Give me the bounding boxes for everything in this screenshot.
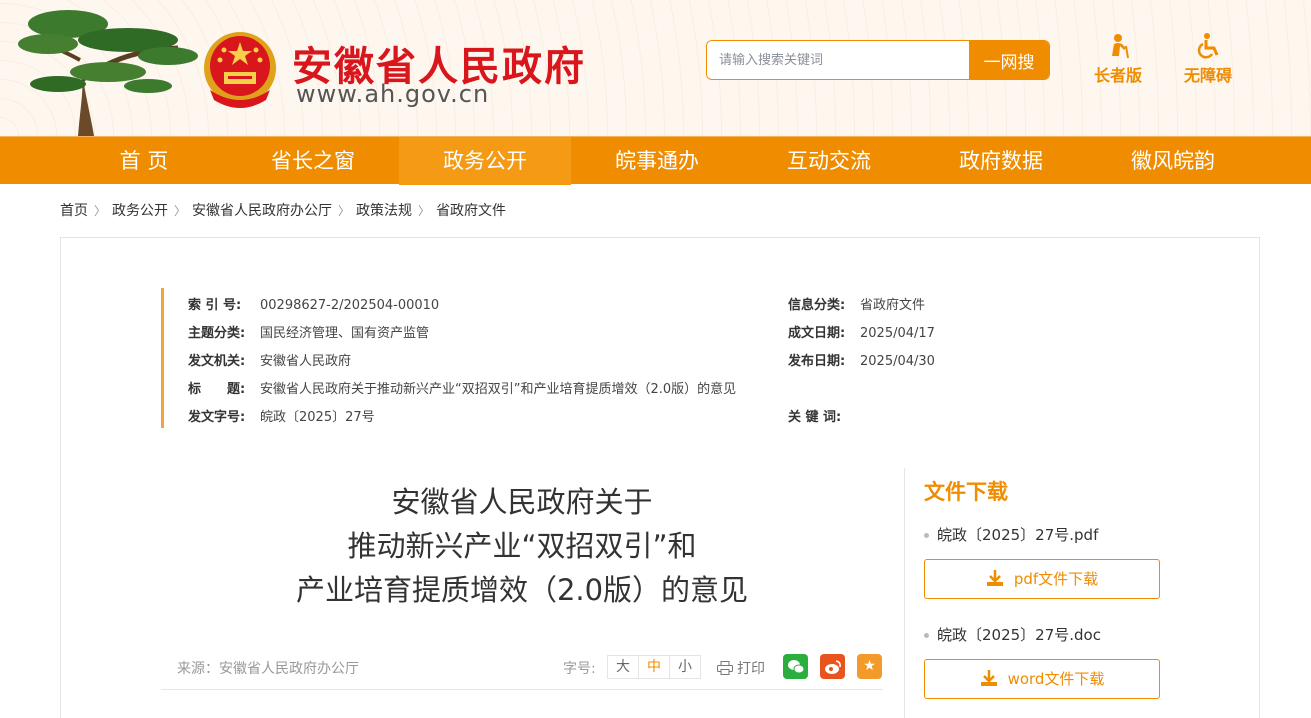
- breadcrumb-home[interactable]: 首页: [60, 200, 88, 220]
- file-download-panel: 文件下载 皖政〔2025〕27号.pdf pdf文件下载 皖政〔2025〕27号…: [924, 476, 1164, 699]
- breadcrumb-policy[interactable]: 政策法规: [356, 200, 412, 220]
- nav-item-gov-affairs[interactable]: 政务公开: [399, 137, 571, 185]
- meta-published-date: 发布日期: 2025/04/30: [788, 354, 935, 369]
- sidebar-divider: [904, 468, 905, 718]
- wheelchair-icon: [1197, 33, 1219, 59]
- content-panel: 索 引 号: 00298627-2/202504-00010 信息分类: 省政府文件…: [60, 237, 1260, 718]
- font-size-large[interactable]: 大: [608, 656, 639, 678]
- nav-item-governor[interactable]: 省长之窗: [227, 137, 399, 185]
- print-label: 打印: [737, 661, 765, 677]
- download-pdf-button[interactable]: pdf文件下载: [924, 559, 1160, 599]
- chevron-right-icon: 〉: [94, 204, 107, 218]
- font-size-small[interactable]: 小: [670, 656, 700, 678]
- elderly-mode-button[interactable]: 长者版: [1083, 32, 1153, 92]
- print-button[interactable]: 打印: [717, 658, 765, 678]
- nav-item-culture[interactable]: 徽风皖韵: [1087, 137, 1259, 185]
- meta-keywords: 关 键 词:: [788, 410, 842, 425]
- breadcrumb-gov-affairs[interactable]: 政务公开: [112, 200, 168, 220]
- nav-item-home[interactable]: 首 页: [58, 137, 230, 185]
- nav-item-interaction[interactable]: 互动交流: [743, 137, 915, 185]
- meta-created-date: 成文日期: 2025/04/17: [788, 326, 935, 341]
- meta-issuer: 发文机关: 安徽省人民政府: [188, 354, 352, 369]
- nav-item-services[interactable]: 皖事通办: [571, 137, 743, 185]
- article-source: 来源：安徽省人民政府办公厅: [177, 661, 359, 677]
- search-input[interactable]: [707, 41, 971, 79]
- printer-icon: [717, 661, 733, 675]
- main-nav: 首 页 省长之窗 政务公开 皖事通办 互动交流 政府数据 徽风皖韵: [0, 136, 1311, 185]
- share-wechat-icon[interactable]: [783, 654, 808, 679]
- share-weibo-icon[interactable]: [820, 654, 845, 679]
- file-name-pdf: 皖政〔2025〕27号.pdf: [924, 524, 1098, 545]
- download-word-button[interactable]: word文件下载: [924, 659, 1160, 699]
- font-size-label: 字号:: [563, 661, 596, 677]
- meta-doc-number: 发文字号: 皖政〔2025〕27号: [188, 410, 375, 425]
- meta-index: 索 引 号: 00298627-2/202504-00010: [188, 298, 440, 313]
- font-size-medium[interactable]: 中: [639, 656, 670, 678]
- meta-topic: 主题分类: 国民经济管理、国有资产监管: [188, 326, 430, 341]
- document-metadata: 索 引 号: 00298627-2/202504-00010 信息分类: 省政府文件…: [161, 288, 1061, 428]
- elderly-mode-label: 长者版: [1093, 66, 1142, 85]
- national-emblem-icon: [204, 32, 276, 108]
- meta-title: 标 题: 安徽省人民政府关于推动新兴产业“双招双引”和产业培育提质增效（2.0版）…: [188, 382, 737, 397]
- elderly-icon: [1112, 34, 1129, 59]
- download-icon: [980, 670, 997, 686]
- nav-item-gov-data[interactable]: 政府数据: [915, 137, 1087, 185]
- breadcrumb: 首页〉政务公开〉安徽省人民政府办公厅〉政策法规〉省政府文件: [60, 200, 506, 222]
- search-button[interactable]: 一网搜: [969, 41, 1049, 79]
- download-title: 文件下载: [924, 480, 1008, 504]
- accessibility-label: 无障碍: [1183, 66, 1232, 85]
- site-header: 安徽省人民政府 www.ah.gov.cn 一网搜 长者版 无障碍: [0, 0, 1311, 136]
- article-toolbar: 来源：安徽省人民政府办公厅 字号: 大 中 小 打印 ★: [161, 646, 883, 690]
- chevron-right-icon: 〉: [338, 204, 351, 218]
- font-size-switcher: 大 中 小: [607, 655, 701, 679]
- breadcrumb-office[interactable]: 安徽省人民政府办公厅: [192, 200, 332, 220]
- favorite-star-icon[interactable]: ★: [857, 654, 882, 679]
- chevron-right-icon: 〉: [174, 204, 187, 218]
- chevron-right-icon: 〉: [418, 204, 431, 218]
- article-title: 安徽省人民政府关于 推动新兴产业“双招双引”和 产业培育提质增效（2.0版）的意…: [295, 485, 749, 607]
- search-box: 一网搜: [706, 40, 1050, 80]
- meta-info-class: 信息分类: 省政府文件: [788, 298, 926, 313]
- file-name-doc: 皖政〔2025〕27号.doc: [924, 624, 1101, 645]
- breadcrumb-gov-docs[interactable]: 省政府文件: [436, 200, 506, 220]
- download-icon: [986, 570, 1003, 586]
- site-url: www.ah.gov.cn: [296, 80, 490, 108]
- accessibility-button[interactable]: 无障碍: [1173, 32, 1243, 92]
- pine-tree-logo: [18, 10, 198, 136]
